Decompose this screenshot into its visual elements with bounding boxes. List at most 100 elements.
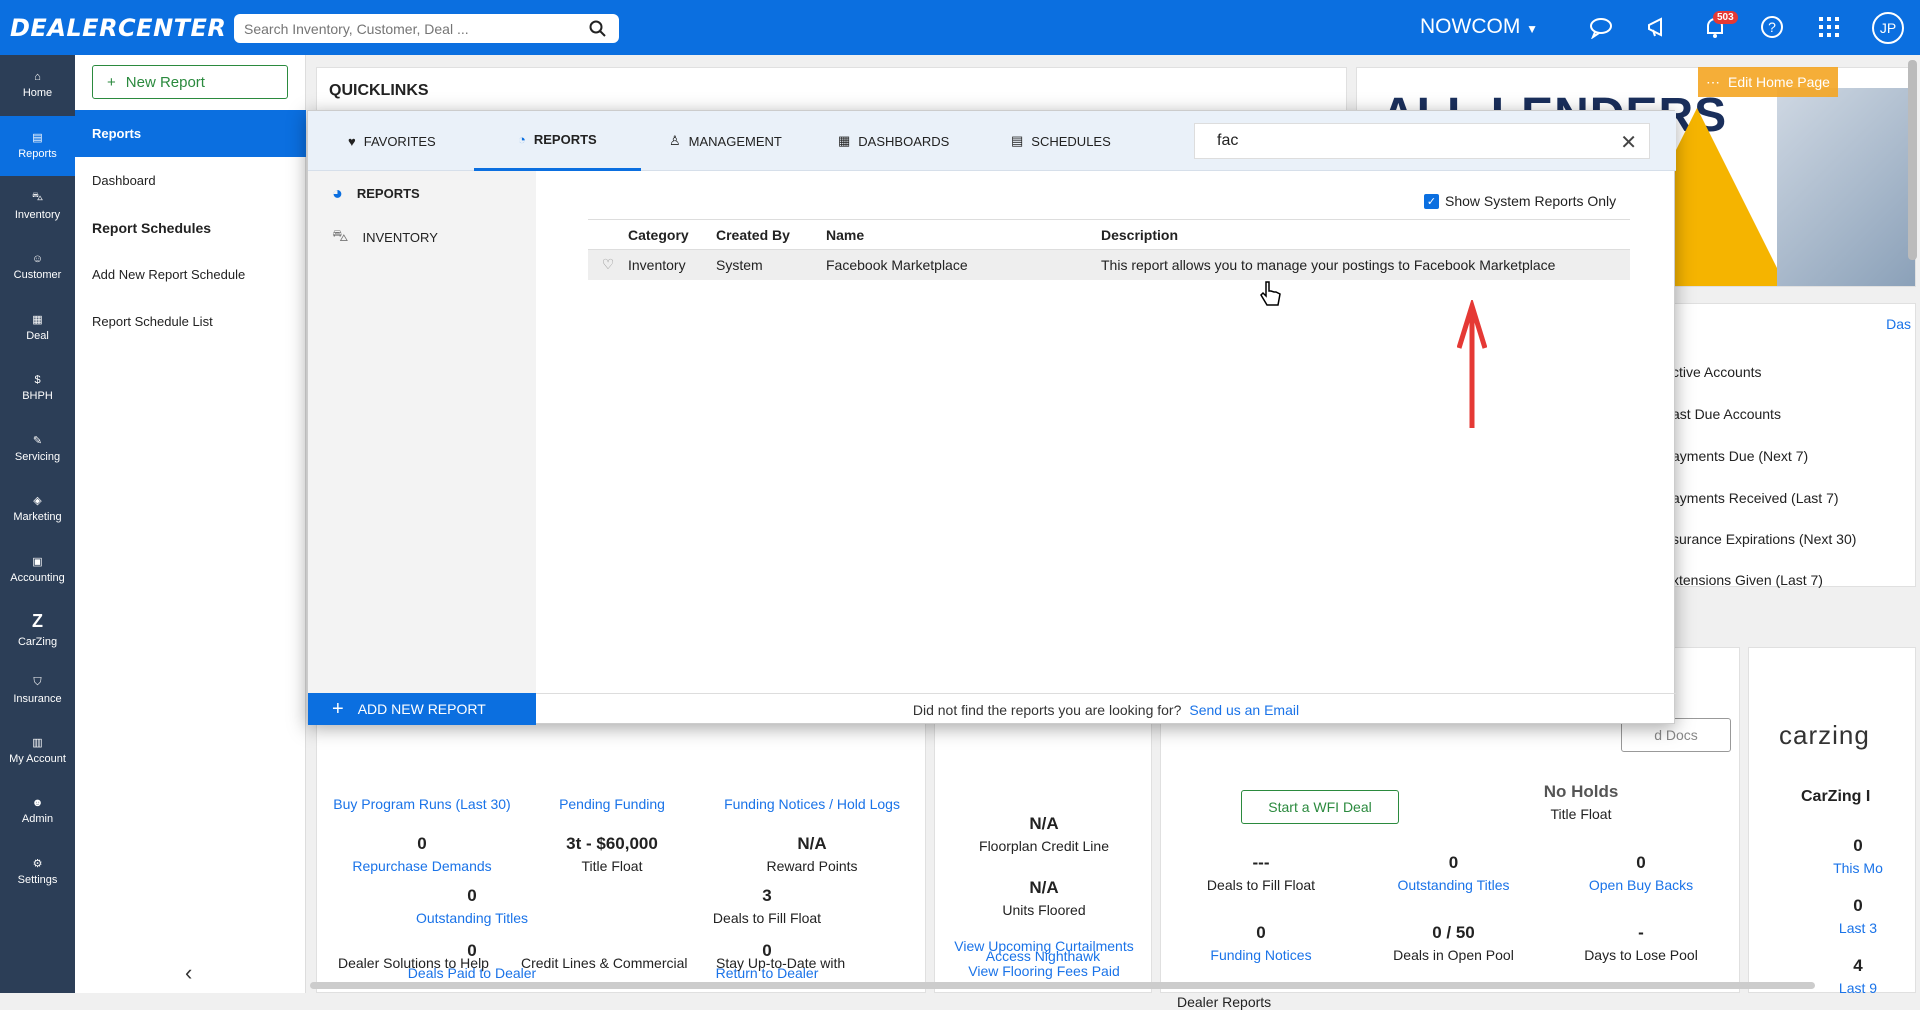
- tab-label: FAVORITES: [363, 133, 436, 149]
- nav-carzing[interactable]: Z CarZing: [0, 600, 75, 661]
- bhph-item[interactable]: xtensions Given (Last 7): [1672, 572, 1823, 588]
- nav-inventory[interactable]: ⛍ Inventory: [0, 176, 75, 237]
- footer-promo[interactable]: Credit Lines & Commercial: [521, 955, 688, 971]
- edit-home-page-button[interactable]: ⋯ Edit Home Page: [1698, 67, 1838, 97]
- stat-label[interactable]: Outstanding Titles: [1397, 877, 1509, 893]
- send-email-link[interactable]: Send us an Email: [1189, 702, 1299, 718]
- stat-label[interactable]: Open Buy Backs: [1589, 877, 1693, 893]
- start-wfi-deal-button[interactable]: Start a WFI Deal: [1241, 790, 1399, 824]
- help-icon[interactable]: ?: [1760, 15, 1784, 39]
- report-search-value[interactable]: fac: [1217, 132, 1238, 150]
- nav-accounting[interactable]: ▣ Accounting: [0, 539, 75, 600]
- carzing-icon: Z: [32, 611, 43, 632]
- pending-funding-link[interactable]: Pending Funding: [517, 796, 707, 812]
- carzing-last-30[interactable]: 0 Last 3: [1799, 896, 1917, 936]
- stat-label: Reward Points: [766, 858, 858, 874]
- column-header: Name: [826, 219, 1101, 250]
- funding-notices-link[interactable]: Funding Notices / Hold Logs: [707, 796, 917, 812]
- add-new-report-button[interactable]: + ADD NEW REPORT: [308, 693, 536, 725]
- carzing-card: carzing CarZing I 0 This Mo 0 Last 3 4 Last…: [1748, 647, 1917, 996]
- stat-label[interactable]: Last 9: [1839, 980, 1877, 996]
- nav-customer[interactable]: ☺ Customer: [0, 237, 75, 298]
- bhph-item[interactable]: ayments Due (Next 7): [1672, 448, 1808, 464]
- table-row[interactable]: ♡ Inventory System Facebook Marketplace …: [588, 249, 1630, 280]
- nav-settings[interactable]: ⚙ Settings: [0, 842, 75, 903]
- open-buy-backs[interactable]: 0 Open Buy Backs: [1551, 853, 1731, 893]
- stat-label[interactable]: This Mo: [1833, 860, 1883, 876]
- dealercenter-logo[interactable]: DEALERCENTER: [10, 14, 226, 42]
- bhph-item[interactable]: ast Due Accounts: [1672, 406, 1781, 422]
- heart-outline-icon[interactable]: ♡: [588, 249, 628, 280]
- company-dropdown[interactable]: NOWCOM ▼: [1420, 15, 1538, 39]
- view-flooring-fees-link[interactable]: View Flooring Fees Paid: [935, 963, 1153, 979]
- funding-notices[interactable]: 0 Funding Notices: [1161, 923, 1361, 963]
- tab-dashboards[interactable]: ▦ DASHBOARDS: [838, 111, 949, 171]
- stat-label[interactable]: Outstanding Titles: [416, 910, 528, 926]
- apps-grid-icon[interactable]: [1817, 15, 1841, 39]
- cell-category[interactable]: Inventory: [628, 249, 716, 280]
- megaphone-icon[interactable]: [1646, 15, 1670, 39]
- horizontal-scrollbar[interactable]: [310, 982, 1815, 989]
- collapse-sidebar-icon[interactable]: ‹: [185, 960, 192, 986]
- nav-home[interactable]: ⌂ Home: [0, 55, 75, 116]
- stat-label[interactable]: Funding Notices: [1210, 947, 1311, 963]
- wfi-outstanding-titles[interactable]: 0 Outstanding Titles: [1356, 853, 1551, 893]
- footer-promo[interactable]: Dealer Solutions to Help: [338, 955, 489, 971]
- subnav-reports[interactable]: Reports: [75, 110, 306, 157]
- nav-marketing[interactable]: ◈ Marketing: [0, 479, 75, 540]
- quicklinks-title: QUICKLINKS: [329, 82, 429, 99]
- stat-label: Deals in Open Pool: [1393, 947, 1514, 963]
- tab-schedules[interactable]: ▤ SCHEDULES: [1011, 111, 1111, 171]
- subnav-dashboard[interactable]: Dashboard: [75, 157, 306, 204]
- dashboard-grid-icon: ▦: [838, 133, 851, 148]
- tab-reports[interactable]: ◔ REPORTS: [474, 111, 641, 171]
- global-search-input[interactable]: [244, 20, 574, 37]
- cell-created-by[interactable]: System: [716, 249, 826, 280]
- search-icon[interactable]: [589, 20, 607, 38]
- nav-servicing[interactable]: ✎ Servicing: [0, 418, 75, 479]
- nav-deal[interactable]: ▦ Deal: [0, 297, 75, 358]
- subnav-schedule-list[interactable]: Report Schedule List: [75, 298, 306, 345]
- stat-label[interactable]: Last 3: [1839, 920, 1877, 936]
- cell-name[interactable]: Facebook Marketplace: [826, 249, 1101, 280]
- tab-favorites[interactable]: ♥ FAVORITES: [348, 111, 436, 171]
- nav-label: Marketing: [13, 511, 62, 524]
- new-report-button[interactable]: + New Report: [92, 65, 288, 99]
- nav-insurance[interactable]: ⛉ Insurance: [0, 660, 75, 721]
- user-avatar[interactable]: JP: [1872, 12, 1904, 44]
- buy-program-runs-link[interactable]: Buy Program Runs (Last 30): [327, 796, 517, 812]
- stat-label: Deals to Fill Float: [1206, 877, 1316, 893]
- chat-icon[interactable]: [1589, 15, 1613, 39]
- repurchase-demands[interactable]: 0 Repurchase Demands: [327, 834, 517, 874]
- checkbox-checked-icon[interactable]: ✓: [1424, 193, 1439, 209]
- category-reports[interactable]: ◕ REPORTS: [332, 183, 420, 204]
- vertical-scrollbar[interactable]: [1908, 60, 1917, 260]
- subnav-add-schedule[interactable]: Add New Report Schedule: [75, 251, 306, 298]
- category-inventory[interactable]: ⛍ INVENTORY: [332, 227, 438, 247]
- stat-value: N/A: [797, 834, 827, 853]
- system-reports-toggle[interactable]: ✓ Show System Reports Only: [1424, 193, 1616, 209]
- cell-description[interactable]: This report allows you to manage your po…: [1101, 249, 1630, 280]
- nav-admin[interactable]: ☻ Admin: [0, 781, 75, 842]
- footer-promo[interactable]: Stay Up-to-Date with: [716, 955, 845, 971]
- global-search[interactable]: [234, 14, 619, 43]
- tab-management[interactable]: ♙ MANAGEMENT: [669, 111, 782, 171]
- carzing-last-90[interactable]: 4 Last 9: [1799, 956, 1917, 996]
- nav-reports[interactable]: ▤ Reports: [0, 115, 75, 176]
- document-icon: ▦: [32, 313, 43, 326]
- clear-search-icon[interactable]: ✕: [1620, 130, 1637, 155]
- nav-my-account[interactable]: ▥ My Account: [0, 721, 75, 782]
- outstanding-titles[interactable]: 0 Outstanding Titles: [327, 886, 617, 926]
- carzing-this-month[interactable]: 0 This Mo: [1799, 836, 1917, 876]
- edit-home-label: Edit Home Page: [1728, 74, 1830, 90]
- stat-label[interactable]: Repurchase Demands: [352, 858, 491, 874]
- bhph-item[interactable]: ayments Received (Last 7): [1672, 490, 1839, 506]
- dashboard-link[interactable]: Das: [1886, 316, 1911, 332]
- bhph-item[interactable]: surance Expirations (Next 30): [1672, 531, 1856, 547]
- bhph-item[interactable]: ctive Accounts: [1672, 364, 1762, 380]
- nav-label: Settings: [17, 874, 58, 887]
- access-nighthawk-link[interactable]: Access Nighthawk: [934, 948, 1152, 964]
- report-search-input[interactable]: fac ✕: [1194, 123, 1650, 159]
- nav-bhph[interactable]: $ BHPH: [0, 358, 75, 419]
- units-floored: N/A Units Floored: [935, 878, 1153, 918]
